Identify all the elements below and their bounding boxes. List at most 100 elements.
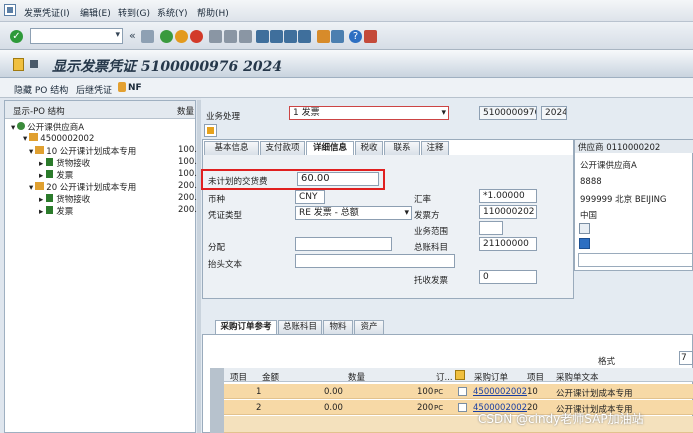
row-po-link[interactable]: 4500002002 [473, 387, 527, 397]
invoice-reduction-field[interactable]: 0 [479, 270, 537, 284]
layout-field[interactable]: 7 [679, 351, 693, 365]
first-page-icon[interactable] [256, 30, 269, 43]
vendor-country: 中国 [580, 211, 598, 221]
tree-node-po[interactable]: ▾ 4500002002 [23, 133, 94, 145]
follow-up-documents-button[interactable]: 后继凭证 [76, 83, 112, 96]
save-icon[interactable] [141, 30, 154, 43]
back-arrows-icon[interactable]: « [129, 29, 136, 42]
print-icon[interactable] [209, 30, 222, 43]
standard-toolbar: ✓ « ? [0, 22, 693, 50]
col-purchase-order[interactable]: 采购订单 [474, 371, 508, 383]
row-selector-column[interactable] [210, 368, 224, 433]
cancel-icon[interactable] [190, 30, 203, 43]
po-structure-qty-header: 数量 [177, 107, 195, 117]
fiscal-year-field: 2024 [541, 106, 567, 120]
goods-receipt-icon [46, 158, 54, 166]
col-order-unit[interactable]: 订... [436, 371, 454, 383]
tab-note[interactable]: 注释 [421, 141, 449, 155]
expand-icon[interactable] [30, 60, 38, 68]
tree-node-item-10[interactable]: ▾ 10 公开课计划成本专用 [29, 145, 136, 157]
tab-po-reference[interactable]: 采购订单参考 [215, 320, 277, 334]
col-item[interactable]: 项目 [230, 371, 247, 383]
tree-node-item-20[interactable]: ▾ 20 公开课计划成本专用 [29, 181, 136, 193]
row-item: 1 [256, 387, 262, 397]
assignment-field[interactable] [295, 237, 392, 251]
find-next-icon[interactable] [239, 30, 252, 43]
business-area-field[interactable] [479, 221, 503, 235]
dropdown-icon[interactable]: ▾ [404, 207, 409, 219]
tab-asset[interactable]: 资产 [354, 320, 384, 334]
tree-node-gr-20[interactable]: ▸ 货物接收 [39, 193, 90, 205]
vendor-change-icon[interactable] [579, 238, 590, 249]
next-page-icon[interactable] [284, 30, 297, 43]
row-amount: 0.00 [324, 387, 343, 397]
item-icon [35, 182, 45, 190]
po-structure-header: 显示-PO 结构 数量 [5, 101, 195, 119]
tab-payment[interactable]: 支付款项 [260, 141, 305, 155]
command-field[interactable] [30, 28, 123, 44]
col-po-item[interactable]: 项目 [527, 371, 544, 383]
menu-edit[interactable]: 编辑(E) [80, 6, 111, 19]
exit-icon[interactable] [175, 30, 188, 43]
row-checkbox[interactable] [458, 403, 467, 412]
gl-account-field[interactable]: 21100000 [479, 237, 537, 251]
tab-details[interactable]: 详细信息 [306, 141, 354, 155]
find-icon[interactable] [224, 30, 237, 43]
menu-invoice-document[interactable]: 发票凭证(I) [24, 6, 70, 19]
goods-receipt-icon [46, 194, 54, 202]
tree-node-invoice-20[interactable]: ▸ 发票 [39, 205, 73, 217]
hide-po-structure-button[interactable]: 隐藏 PO 结构 [14, 83, 68, 96]
page-title: 显示发票凭证 5100000976 2024 [52, 59, 283, 75]
tree-node-vendor[interactable]: ▾ 公开课供应商A [11, 121, 84, 133]
tab-tax[interactable]: 税收 [355, 141, 383, 155]
currency-label: 币种 [208, 195, 226, 205]
row-checkbox[interactable] [458, 387, 467, 396]
row-po-text: 公开课计划成本专用 [556, 389, 633, 399]
shortcut-icon[interactable] [331, 30, 344, 43]
assignment-label: 分配 [208, 243, 226, 253]
menu-system[interactable]: 系统(Y) [157, 6, 188, 19]
last-page-icon[interactable] [298, 30, 311, 43]
sap-logo-icon[interactable] [4, 4, 16, 16]
gl-account-label: 总账科目 [414, 243, 449, 253]
tree-node-invoice-10[interactable]: ▸ 发票 [39, 169, 73, 181]
nf-icon [118, 82, 126, 92]
dropdown-icon[interactable]: ▾ [441, 107, 446, 119]
col-amount[interactable]: 金额 [262, 371, 279, 383]
col-po-text[interactable]: 采购单文本 [556, 371, 599, 383]
invoice-icon [46, 170, 54, 178]
help-icon[interactable]: ? [349, 30, 362, 43]
tab-gl-account[interactable]: 总账科目 [278, 320, 322, 334]
business-transaction-select[interactable]: 1 发票 ▾ [289, 106, 449, 120]
invoicing-party-field[interactable]: 110000202 [479, 205, 537, 219]
menu-help[interactable]: 帮助(H) [197, 6, 229, 19]
enter-check-icon[interactable]: ✓ [10, 30, 23, 43]
layout-label: 格式 [598, 357, 616, 367]
vendor-name: 公开课供应商A [580, 161, 637, 171]
tab-material[interactable]: 物料 [323, 320, 353, 334]
layout-menu-icon[interactable] [364, 30, 377, 43]
hold-document-icon[interactable] [204, 124, 217, 137]
unplanned-delivery-cost-field[interactable]: 60.00 [297, 172, 379, 186]
select-all-icon[interactable] [455, 370, 465, 380]
menu-goto[interactable]: 转到(G) [118, 6, 150, 19]
tree-node-gr-10[interactable]: ▸ 货物接收 [39, 157, 90, 169]
row-amount: 0.00 [324, 403, 343, 413]
new-session-icon[interactable] [317, 30, 330, 43]
header-text-field[interactable] [295, 254, 455, 268]
vendor-bank-field[interactable] [578, 253, 693, 267]
nf-button[interactable]: NF [128, 83, 142, 93]
previous-page-icon[interactable] [270, 30, 283, 43]
item-icon [35, 146, 45, 154]
vendor-icon [17, 122, 26, 130]
document-icon [13, 58, 24, 71]
document-type-select[interactable]: RE 发票 - 总额 ▾ [295, 206, 412, 220]
exchange-rate-field[interactable]: *1.00000 [479, 189, 537, 203]
back-icon[interactable] [160, 30, 173, 43]
col-quantity[interactable]: 数量 [348, 371, 365, 383]
vendor-header: 供应商 0110000202 [575, 140, 693, 153]
tab-basic-data[interactable]: 基本信息 [204, 141, 259, 155]
currency-field[interactable]: CNY [295, 190, 325, 204]
tab-contact[interactable]: 联系 [384, 141, 420, 155]
vendor-detail-icon[interactable] [579, 223, 590, 234]
